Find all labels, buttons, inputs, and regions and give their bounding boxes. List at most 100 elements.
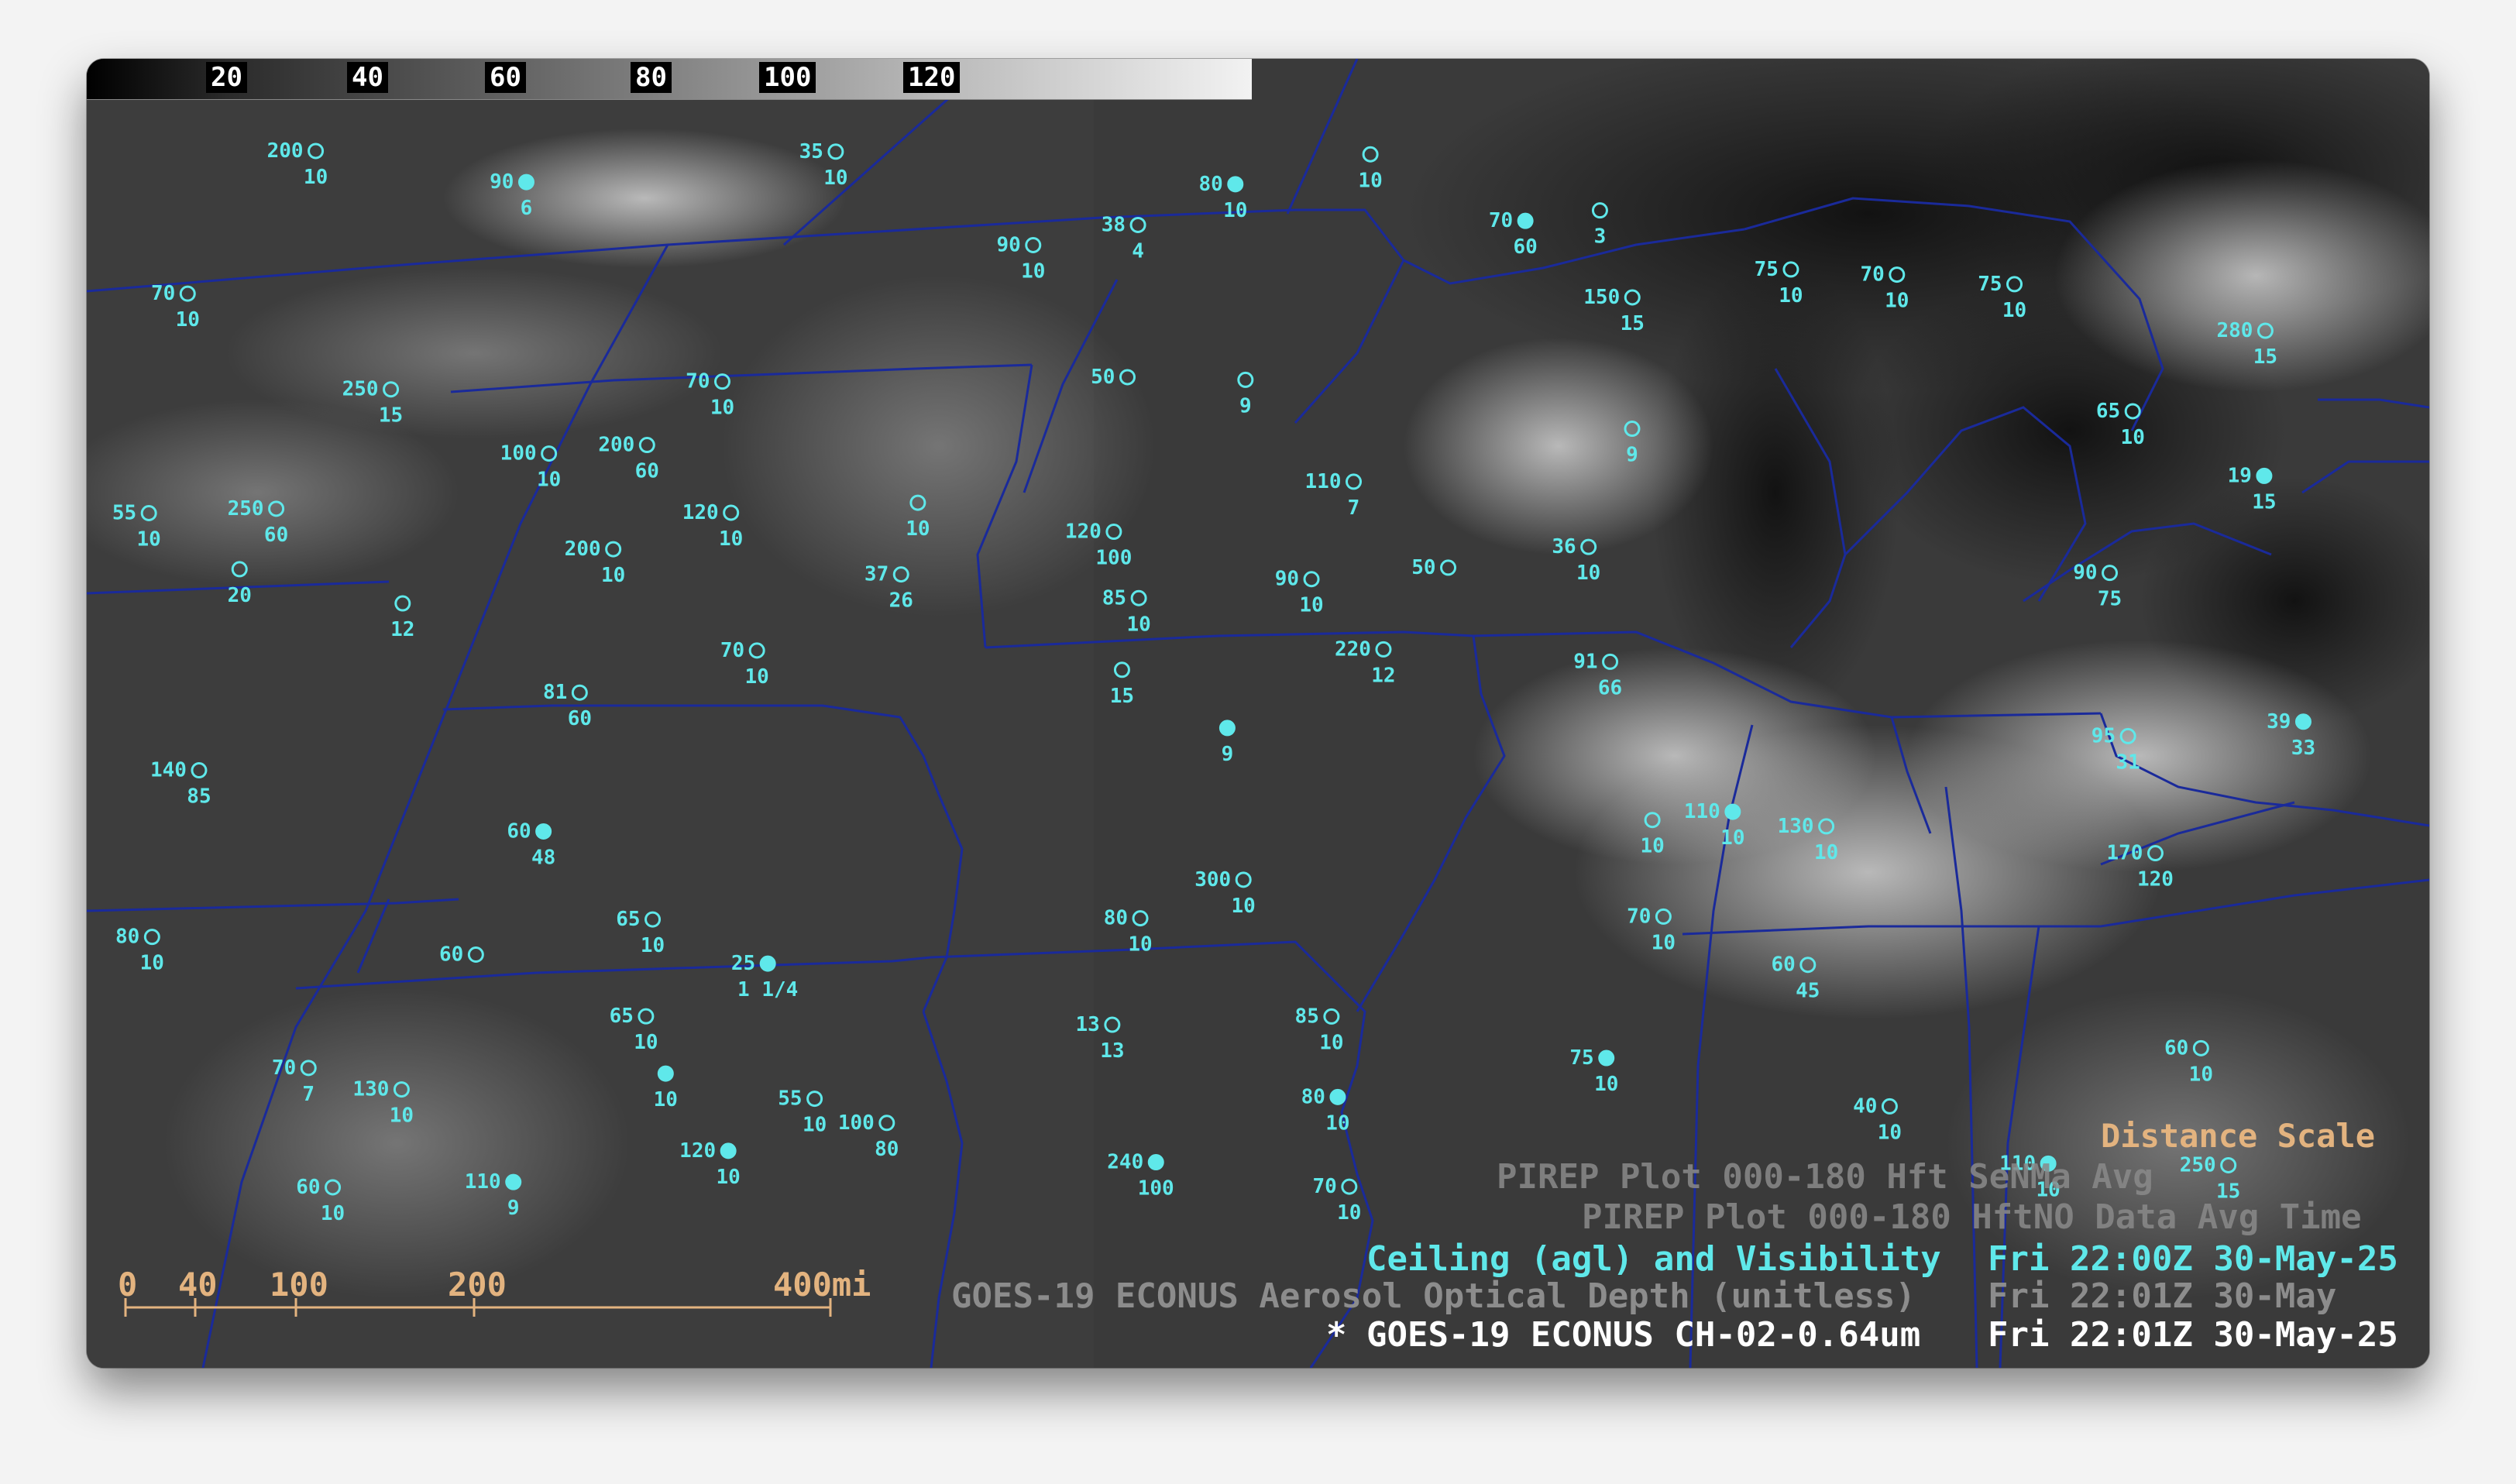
visibility-label: 10 — [745, 665, 769, 689]
colorbar-tick: 20 — [206, 62, 247, 93]
visibility-label: 48 — [531, 846, 555, 869]
ceiling-label: 50 — [1091, 366, 1115, 389]
visibility-label: 10 — [601, 564, 625, 587]
visibility-label: 15 — [2253, 345, 2277, 369]
ceiling-label: 81 — [543, 681, 567, 704]
visibility-label: 26 — [889, 589, 913, 613]
visibility-label: 1 1/4 — [737, 978, 798, 1001]
ceiling-label: 70 — [151, 282, 175, 305]
ceiling-label: 90 — [996, 233, 1020, 256]
visibility-label: 60 — [264, 524, 288, 547]
visibility-label: 10 — [906, 517, 930, 541]
ceiling-label: 60 — [1771, 953, 1795, 977]
visibility-label: 60 — [568, 707, 592, 730]
visibility-label: 31 — [2116, 751, 2140, 774]
ceiling-label: 70 — [1313, 1175, 1337, 1198]
colorbar-tick: 100 — [759, 62, 816, 93]
visibility-label: 10 — [1814, 841, 1838, 864]
visibility-label: 9 — [1239, 394, 1252, 417]
visibility-label: 10 — [1223, 199, 1247, 222]
screenshot-stage: 9 250 15 15 70 7 50 25 1 1/4 3 9 150 15 220 12 90 6 250 15… — [0, 0, 2516, 1484]
ceiling-label: 70 — [720, 639, 744, 662]
ceiling-label: 100 — [838, 1111, 875, 1135]
visibility-label: 85 — [187, 785, 211, 809]
ceiling-label: 80 — [1104, 907, 1128, 930]
visibility-label: 10 — [140, 952, 164, 975]
visibility-label: 10 — [1325, 1111, 1349, 1135]
colorbar-tick: 40 — [347, 62, 388, 93]
visibility-label: 10 — [2036, 1178, 2060, 1201]
ceiling-label: 200 — [565, 538, 601, 561]
visibility-label: 15 — [2216, 1180, 2240, 1203]
ceiling-label: 80 — [1301, 1085, 1325, 1108]
visibility-label: 4 — [1132, 239, 1144, 263]
ceiling-label: 110 — [1999, 1152, 2036, 1175]
ceiling-label: 170 — [2106, 842, 2143, 865]
visibility-label: 66 — [1598, 676, 1622, 699]
ceiling-label: 120 — [679, 1139, 716, 1163]
visibility-label: 10 — [537, 469, 561, 492]
ceiling-label: 38 — [1102, 213, 1126, 236]
visibility-label: 7 — [302, 1083, 314, 1106]
visibility-label: 15 — [2252, 490, 2276, 514]
visibility-label: 10 — [1594, 1073, 1618, 1096]
visibility-label: 10 — [1319, 1031, 1343, 1054]
visibility-label: 15 — [1110, 685, 1134, 708]
satellite-map[interactable]: 9250151570750251 1/439150152201290625015… — [87, 59, 2429, 1368]
ceiling-label: 250 — [342, 378, 379, 401]
ceiling-label: 91 — [1573, 650, 1597, 673]
visibility-label: 10 — [137, 528, 161, 551]
visibility-label: 10 — [1878, 1121, 1902, 1144]
visibility-label: 9 — [1222, 743, 1234, 766]
visibility-label: 10 — [1640, 835, 1664, 858]
ceiling-label: 85 — [1102, 586, 1126, 610]
visibility-label: 10 — [321, 1202, 345, 1225]
ceiling-label: 90 — [2073, 562, 2097, 585]
ceiling-label: 150 — [1583, 286, 1620, 309]
ceiling-label: 70 — [686, 370, 710, 393]
visibility-label: 10 — [2121, 426, 2145, 449]
visibility-label: 10 — [1021, 259, 1045, 283]
visibility-label: 12 — [390, 618, 414, 641]
visibility-label: 80 — [875, 1138, 899, 1161]
colorbar-tick: 80 — [631, 62, 672, 93]
ceiling-label: 75 — [1569, 1046, 1593, 1070]
visibility-label: 10 — [716, 1166, 740, 1189]
ceiling-label: 75 — [1755, 258, 1779, 281]
visibility-label: 100 — [1095, 547, 1132, 570]
visibility-label: 10 — [641, 934, 665, 957]
ceiling-label: 25 — [731, 952, 755, 975]
ceiling-label: 70 — [1860, 263, 1884, 287]
visibility-label: 10 — [176, 308, 200, 331]
ceiling-label: 250 — [228, 497, 264, 520]
visibility-label: 10 — [1358, 169, 1382, 192]
visibility-label: 75 — [2098, 588, 2122, 611]
visibility-label: 12 — [1371, 664, 1395, 687]
ceiling-label: 85 — [1295, 1005, 1319, 1028]
ceiling-label: 90 — [490, 170, 514, 194]
ceiling-label: 80 — [1198, 173, 1222, 196]
ceiling-label: 60 — [2164, 1036, 2188, 1060]
visibility-label: 10 — [390, 1104, 414, 1128]
visibility-label: 10 — [1126, 613, 1150, 636]
visibility-label: 10 — [1576, 562, 1600, 585]
ceiling-label: 60 — [439, 943, 463, 967]
map-viewer-window[interactable]: 9 250 15 15 70 7 50 25 1 1/4 3 9 150 15 220 12 90 6 250 15… — [87, 59, 2429, 1368]
visibility-label: 60 — [635, 460, 659, 483]
ceiling-label: 200 — [267, 139, 304, 163]
visibility-label: 9 — [507, 1197, 520, 1220]
ceiling-label: 65 — [610, 1005, 634, 1028]
station-symbol: 9 — [1218, 720, 1236, 766]
visibility-label: 10 — [654, 1088, 678, 1111]
colorbar: 20 40 60 80 100 120 — [87, 59, 1252, 100]
visibility-label: 10 — [1337, 1201, 1361, 1225]
ceiling-label: 250 — [2180, 1153, 2216, 1177]
visibility-label: 10 — [823, 167, 847, 190]
visibility-label: 10 — [710, 397, 734, 420]
visibility-label: 15 — [379, 404, 403, 428]
ceiling-label: 13 — [1076, 1013, 1100, 1036]
ceiling-label: 70 — [1627, 905, 1651, 928]
visibility-label: 10 — [304, 166, 328, 189]
visibility-label: 10 — [719, 527, 743, 551]
ceiling-label: 110 — [1305, 470, 1342, 493]
